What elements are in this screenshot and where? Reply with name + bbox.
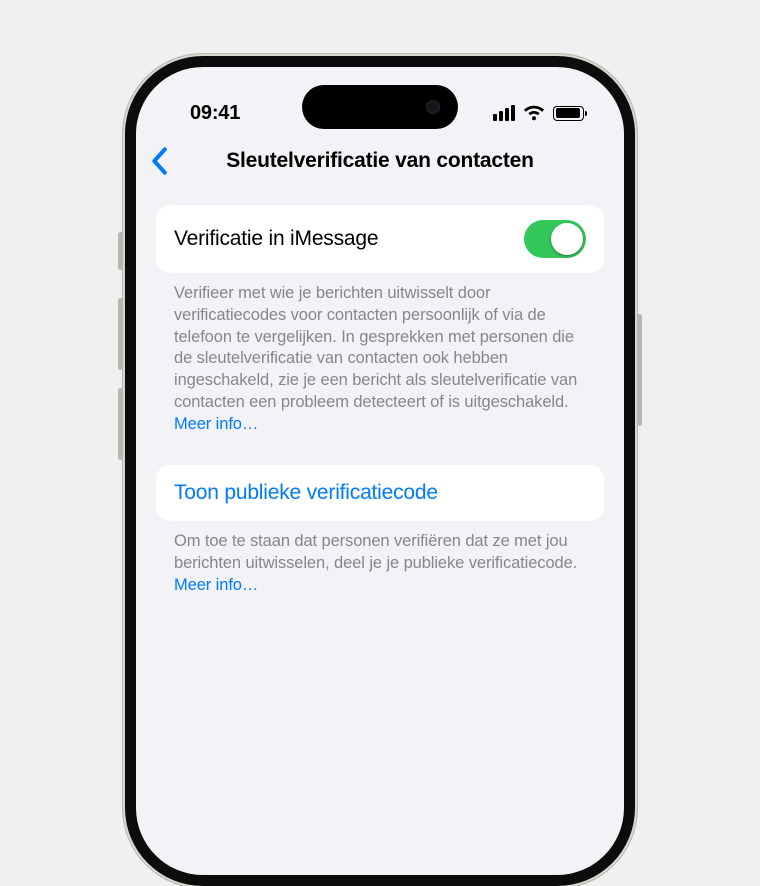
nav-bar: Sleutelverificatie van contacten <box>136 139 624 189</box>
phone-frame: 09:41 Sleutelverificatie van contacten V… <box>125 56 635 886</box>
front-camera-icon <box>426 100 440 114</box>
settings-content: Verificatie in iMessage Verifieer met wi… <box>136 189 624 597</box>
toggle-knob <box>551 223 583 255</box>
page-title: Sleutelverificatie van contacten <box>150 145 610 177</box>
status-icons <box>493 105 588 121</box>
back-button[interactable] <box>150 147 168 180</box>
verification-toggle-row[interactable]: Verificatie in iMessage <box>156 205 604 273</box>
side-button-power <box>637 314 642 426</box>
public-code-footer-text: Om toe te staan dat personen verifiëren … <box>174 532 577 572</box>
verification-footer: Verifieer met wie je berichten uitwissel… <box>156 273 604 435</box>
battery-icon <box>553 106 584 121</box>
side-button-volume-down <box>118 388 123 460</box>
phone-screen: 09:41 Sleutelverificatie van contacten V… <box>136 67 624 875</box>
side-button-volume-up <box>118 298 123 370</box>
wifi-icon <box>523 105 545 121</box>
cellular-icon <box>493 105 515 121</box>
show-public-code-row[interactable]: Toon publieke verificatiecode <box>156 465 604 521</box>
dynamic-island <box>302 85 458 129</box>
side-button-silence <box>118 232 123 270</box>
verification-learn-more-link[interactable]: Meer info… <box>174 415 258 433</box>
verification-toggle-switch[interactable] <box>524 220 586 258</box>
verification-toggle-label: Verificatie in iMessage <box>174 227 378 251</box>
show-public-code-label: Toon publieke verificatiecode <box>174 481 438 504</box>
public-code-footer: Om toe te staan dat personen verifiëren … <box>156 521 604 596</box>
status-time: 09:41 <box>172 102 240 125</box>
public-code-learn-more-link[interactable]: Meer info… <box>174 576 258 594</box>
verification-footer-text: Verifieer met wie je berichten uitwissel… <box>174 284 577 411</box>
